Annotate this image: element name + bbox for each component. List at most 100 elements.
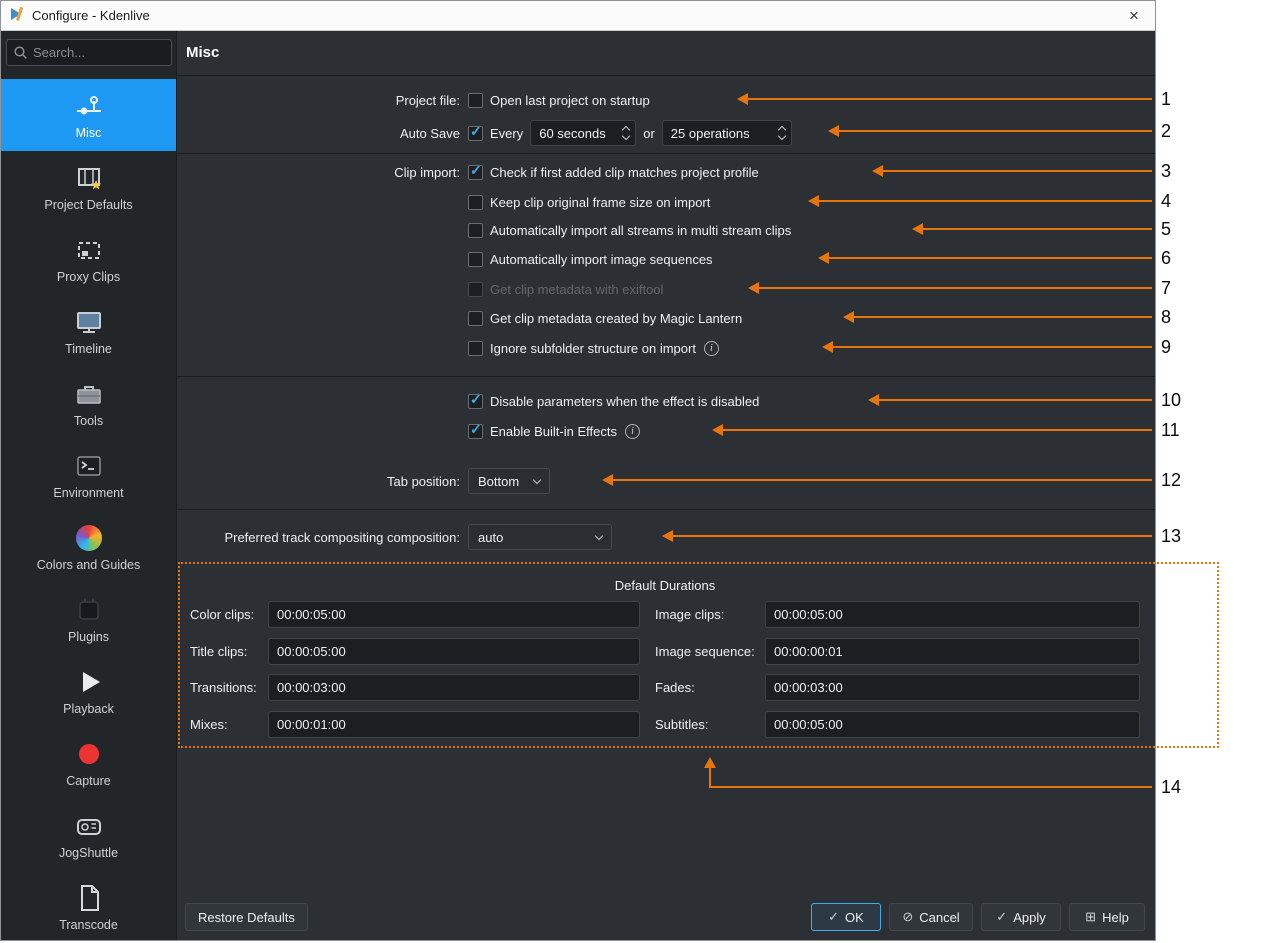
checkbox-disable-effect-parameters[interactable]: ✓ (468, 394, 483, 409)
checkbox-import-image-sequences[interactable] (468, 252, 483, 267)
sidebar-item-capture[interactable]: Capture (1, 727, 176, 799)
transitions-label: Transitions: (190, 680, 257, 695)
check-icon: ✓ (996, 909, 1007, 925)
tab-position-row: Tab position: Bottom (177, 468, 1155, 494)
help-label: Help (1102, 910, 1129, 925)
close-button[interactable]: × (1121, 6, 1147, 26)
sidebar-item-jogshuttle[interactable]: JogShuttle (1, 799, 176, 871)
sidebar-item-playback[interactable]: Playback (1, 655, 176, 727)
divider (177, 509, 1155, 510)
effects-row-2: ✓ Enable Built-in Effects i (177, 419, 1155, 443)
check-mark: ✓ (470, 123, 482, 139)
sidebar-item-colors-and-guides[interactable]: Colors and Guides (1, 511, 176, 583)
color-clips-input[interactable] (268, 601, 640, 628)
ok-button[interactable]: ✓ OK (811, 903, 881, 931)
clip-import-row-2: Keep clip original frame size on import (177, 190, 1155, 214)
sidebar-item-environment[interactable]: Environment (1, 439, 176, 511)
checkbox-autosave[interactable]: ✓ (468, 126, 483, 141)
checkbox-enable-builtin-effects[interactable]: ✓ (468, 424, 483, 439)
sidebar-item-tools[interactable]: Tools (1, 367, 176, 439)
clip-import-option-label: Keep clip original frame size on import (490, 195, 710, 210)
sidebar-item-timeline[interactable]: Timeline (1, 295, 176, 367)
help-button[interactable]: ⊞ Help (1069, 903, 1145, 931)
timeline-icon (74, 307, 104, 337)
subtitles-input[interactable] (765, 711, 1140, 738)
kdenlive-app-icon (9, 6, 25, 25)
clip-import-row-1: Clip import: ✓ Check if first added clip… (177, 160, 1155, 184)
spinner-arrows-icon[interactable] (615, 127, 629, 139)
transitions-input[interactable] (268, 674, 640, 701)
clip-import-option-label: Check if first added clip matches projec… (490, 165, 759, 180)
sidebar-item-misc[interactable]: Misc (1, 79, 176, 151)
clip-import-option-label: Automatically import image sequences (490, 252, 713, 267)
or-label: or (643, 126, 655, 141)
sidebar-item-transcode[interactable]: Transcode (1, 871, 176, 943)
check-mark: ✓ (470, 421, 482, 437)
default-durations-title: Default Durations (177, 578, 1153, 593)
spinner-arrows-icon[interactable] (771, 127, 785, 139)
cancel-icon: ⊘ (902, 909, 913, 925)
environment-icon (74, 451, 104, 481)
project-file-row: Project file: Open last project on start… (177, 88, 1155, 112)
checkbox-keep-original-frame-size[interactable] (468, 195, 483, 210)
ok-label: OK (845, 910, 864, 925)
image-clips-input[interactable] (765, 601, 1140, 628)
restore-defaults-button[interactable]: Restore Defaults (185, 903, 308, 931)
apply-label: Apply (1013, 910, 1046, 925)
checkbox-magic-lantern-metadata[interactable] (468, 311, 483, 326)
spinner-autosave-interval[interactable]: 60 seconds (530, 120, 636, 146)
track-compositing-select[interactable]: auto (468, 524, 612, 550)
settings-nav: Misc Project Defaults (1, 79, 176, 943)
annotation-number-13: 13 (1161, 525, 1181, 547)
window-title: Configure - Kdenlive (32, 8, 150, 23)
clip-import-label: Clip import: (177, 165, 460, 180)
every-label: Every (490, 126, 523, 141)
fades-input[interactable] (765, 674, 1140, 701)
annotation-number-3: 3 (1161, 160, 1171, 182)
cancel-button[interactable]: ⊘ Cancel (889, 903, 973, 931)
divider (177, 153, 1155, 154)
search-input[interactable] (33, 45, 165, 60)
durations-row-2: Title clips: Image sequence: (177, 638, 1155, 665)
sidebar-item-plugins[interactable]: Plugins (1, 583, 176, 655)
jogshuttle-icon (74, 811, 104, 841)
checkbox-ignore-subfolder-structure[interactable] (468, 341, 483, 356)
plugins-icon (74, 595, 104, 625)
compositing-value: auto (478, 530, 503, 545)
image-clips-label: Image clips: (655, 607, 724, 622)
checkbox-open-last-project[interactable] (468, 93, 483, 108)
checkbox-import-all-streams[interactable] (468, 223, 483, 238)
chevron-down-icon (595, 531, 603, 539)
sidebar-item-project-defaults[interactable]: Project Defaults (1, 151, 176, 223)
search-box[interactable] (6, 39, 172, 66)
image-sequence-input[interactable] (765, 638, 1140, 665)
durations-row-1: Color clips: Image clips: (177, 601, 1155, 628)
annotation-number-9: 9 (1161, 336, 1171, 358)
check-mark: ✓ (470, 391, 482, 407)
clip-import-option-label: Get clip metadata with exiftool (490, 282, 663, 297)
clip-import-row-3: Automatically import all streams in mult… (177, 218, 1155, 242)
annotation-number-8: 8 (1161, 306, 1171, 328)
autosave-interval-value: 60 seconds (539, 126, 606, 141)
restore-defaults-label: Restore Defaults (198, 910, 295, 925)
checkbox-clip-matches-profile[interactable]: ✓ (468, 165, 483, 180)
clip-import-option-label: Get clip metadata created by Magic Lante… (490, 311, 742, 326)
clip-import-row-4: Automatically import image sequences (177, 247, 1155, 271)
spinner-autosave-operations[interactable]: 25 operations (662, 120, 792, 146)
annotation-number-7: 7 (1161, 277, 1171, 299)
chevron-down-icon (533, 475, 541, 483)
annotation-number-2: 2 (1161, 120, 1171, 142)
title-clips-input[interactable] (268, 638, 640, 665)
apply-button[interactable]: ✓ Apply (981, 903, 1061, 931)
help-icon: ⊞ (1085, 909, 1096, 925)
image-sequence-label: Image sequence: (655, 644, 755, 659)
record-icon (74, 739, 104, 769)
configure-dialog: Configure - Kdenlive × Mi (0, 0, 1156, 941)
annotation-number-4: 4 (1161, 190, 1171, 212)
annotation-number-1: 1 (1161, 88, 1171, 110)
compositing-label: Preferred track compositing composition: (177, 530, 460, 545)
mixes-input[interactable] (268, 711, 640, 738)
sidebar-item-proxy-clips[interactable]: Proxy Clips (1, 223, 176, 295)
project-defaults-icon (74, 163, 104, 193)
tab-position-select[interactable]: Bottom (468, 468, 550, 494)
